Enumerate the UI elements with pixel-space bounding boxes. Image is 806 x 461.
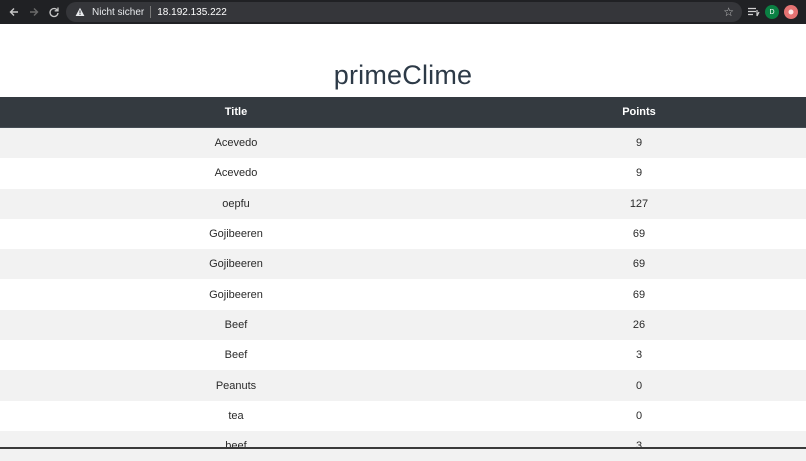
cell-points: 0: [472, 370, 806, 401]
cell-title: oepfu: [0, 188, 472, 219]
forward-arrow-icon[interactable]: [24, 2, 44, 22]
page-title: primeClime: [333, 60, 473, 90]
url-text[interactable]: 18.192.135.222: [157, 7, 227, 18]
page-content: primeClime Title Points Acevedo 9 Aceved…: [0, 24, 806, 461]
cell-points: 9: [472, 158, 806, 189]
table-row: Gojibeeren 69: [0, 249, 806, 280]
warning-icon[interactable]: [74, 6, 86, 18]
browser-toolbar: Nicht sicher 18.192.135.222 ☆ D: [0, 0, 806, 24]
cell-points: 26: [472, 309, 806, 341]
security-status-label[interactable]: Nicht sicher: [92, 7, 144, 18]
table-row: tea 0: [0, 400, 806, 431]
bookmark-star-icon[interactable]: ☆: [723, 5, 734, 19]
cell-points: 0: [472, 400, 806, 431]
reading-list-icon[interactable]: [746, 4, 762, 20]
cell-title: Peanuts: [0, 370, 472, 401]
cell-title: tea: [0, 400, 472, 431]
cell-points: 69: [472, 218, 806, 250]
cell-title: Gojibeeren: [0, 279, 472, 310]
cell-points: 3: [472, 340, 806, 371]
toolbar-right-icons: D: [746, 4, 803, 20]
cell-points: 9: [472, 127, 806, 159]
table-row: Acevedo 9: [0, 158, 806, 189]
profile-avatar[interactable]: D: [765, 5, 779, 19]
table-row: Gojibeeren 69: [0, 279, 806, 310]
back-arrow-icon[interactable]: [4, 2, 24, 22]
cell-points: 69: [472, 279, 806, 310]
reload-icon[interactable]: [44, 2, 64, 22]
cell-title: beef: [0, 430, 472, 461]
cell-title: Gojibeeren: [0, 218, 472, 250]
address-bar[interactable]: Nicht sicher 18.192.135.222 ☆: [66, 2, 742, 22]
table-header-row: Title Points: [0, 97, 806, 128]
cell-points: 3: [472, 430, 806, 461]
table-row: oepfu 127: [0, 188, 806, 219]
cell-points: 127: [472, 188, 806, 219]
url-separator: [150, 6, 152, 18]
table-row: Peanuts 0: [0, 370, 806, 401]
column-header-title: Title: [0, 97, 472, 128]
table-row: Gojibeeren 69: [0, 218, 806, 250]
cell-title: Beef: [0, 340, 472, 371]
points-table: Title Points Acevedo 9 Acevedo 9 oepfu 1…: [0, 97, 806, 461]
cell-title: Acevedo: [0, 127, 472, 159]
table-row: beef 3: [0, 430, 806, 461]
table-row: Beef 3: [0, 340, 806, 371]
cell-title: Gojibeeren: [0, 249, 472, 280]
table-row: Acevedo 9: [0, 127, 806, 159]
cell-title: Acevedo: [0, 158, 472, 189]
column-header-points: Points: [472, 97, 806, 128]
cell-points: 69: [472, 249, 806, 280]
table-row: Beef 26: [0, 309, 806, 341]
extension-icon[interactable]: [784, 5, 798, 19]
cell-title: Beef: [0, 309, 472, 341]
